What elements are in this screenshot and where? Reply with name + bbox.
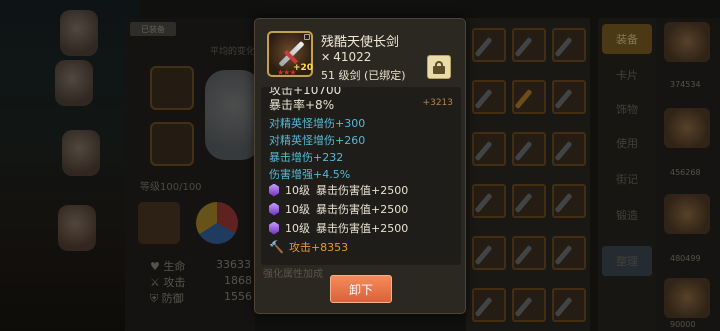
bonus-stat: 暴击增伤+232 — [269, 151, 344, 164]
item-name: 残酷天使长剑 — [321, 35, 400, 50]
gem-socket: 10级 暴击伤害值+2500 — [269, 220, 408, 236]
gem-socket: 10级 暴击伤害值+2500 — [269, 201, 408, 217]
lock-button[interactable] — [427, 55, 451, 79]
purple-gem-icon — [269, 202, 279, 216]
gem-level: 10级 — [285, 184, 310, 197]
purple-gem-icon — [269, 183, 279, 197]
enhance-badge: +20 — [293, 63, 314, 73]
gem-socket: 10级 暴击伤害值+2500 — [269, 182, 408, 198]
item-level-type: 51 级剑 (已绑定) — [321, 69, 406, 82]
forge-stat: 🔨 攻击+8353 — [269, 239, 348, 255]
stat-compare-diff: +3213 — [422, 98, 453, 108]
unequip-button[interactable]: 卸下 — [330, 275, 392, 303]
gem-stat: 暴击伤害值+2500 — [316, 203, 409, 216]
stat-crit-rate: 暴击率+8% — [269, 98, 335, 112]
bonus-stat: 对精英怪增伤+260 — [269, 134, 366, 147]
item-power: ✕ 41022 — [321, 50, 371, 64]
item-stats-scroll[interactable]: 攻击+10700 暴击率+8% +3213 对精英怪增伤+300 对精英怪增伤+… — [261, 87, 461, 265]
bonus-stat: 对精英怪增伤+300 — [269, 117, 366, 130]
purple-gem-icon — [269, 221, 279, 235]
bound-lock-icon — [304, 34, 310, 40]
crossed-swords-icon: ✕ — [321, 50, 331, 64]
gem-stat: 暴击伤害值+2500 — [316, 222, 409, 235]
gem-stat: 暴击伤害值+2500 — [316, 184, 409, 197]
item-icon: +20 ★★★ — [267, 31, 313, 77]
faded-next-line: 强化属性加成 — [263, 269, 323, 280]
bonus-stat: 伤害增强+4.5% — [269, 168, 351, 181]
forge-value: 攻击+8353 — [288, 241, 349, 254]
gem-level: 10级 — [285, 222, 310, 235]
gem-level: 10级 — [285, 203, 310, 216]
power-value: 41022 — [333, 50, 372, 64]
lock-icon — [433, 60, 445, 74]
hammer-icon: 🔨 — [269, 240, 284, 254]
item-tooltip: +20 ★★★ 残酷天使长剑 ✕ 41022 51 级剑 (已绑定) 攻击+10… — [254, 18, 466, 314]
star-rating-icon: ★★★ — [277, 68, 296, 77]
